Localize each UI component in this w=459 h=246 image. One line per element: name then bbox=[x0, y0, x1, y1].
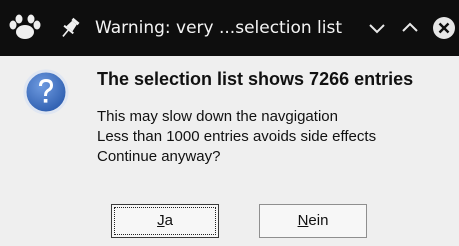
message-line: Less than 1000 entries avoids side effec… bbox=[97, 128, 377, 145]
close-circle-icon[interactable] bbox=[432, 16, 456, 40]
title-bar: Warning: very ...selection list bbox=[0, 0, 459, 56]
question-icon bbox=[23, 69, 69, 115]
yes-button[interactable]: Ja bbox=[111, 204, 219, 238]
yes-label-rest: a bbox=[164, 212, 173, 229]
window-title: Warning: very ...selection list bbox=[95, 18, 342, 38]
yes-mnemonic: J bbox=[157, 212, 165, 229]
dialog-body: The selection list shows 7266 entries Th… bbox=[0, 56, 459, 246]
pin-icon[interactable] bbox=[58, 16, 82, 40]
dialog-heading: The selection list shows 7266 entries bbox=[97, 69, 414, 89]
no-button[interactable]: Nein bbox=[259, 204, 367, 238]
dialog-message: This may slow down the navgigation Less … bbox=[97, 107, 457, 167]
message-line: Continue anyway? bbox=[97, 148, 221, 165]
paw-app-icon[interactable] bbox=[8, 14, 42, 42]
no-label-rest: ein bbox=[308, 212, 329, 229]
chevron-up-icon[interactable] bbox=[398, 16, 422, 40]
message-line: This may slow down the navgigation bbox=[97, 108, 338, 125]
no-mnemonic: N bbox=[297, 212, 309, 229]
chevron-down-icon[interactable] bbox=[365, 16, 389, 40]
